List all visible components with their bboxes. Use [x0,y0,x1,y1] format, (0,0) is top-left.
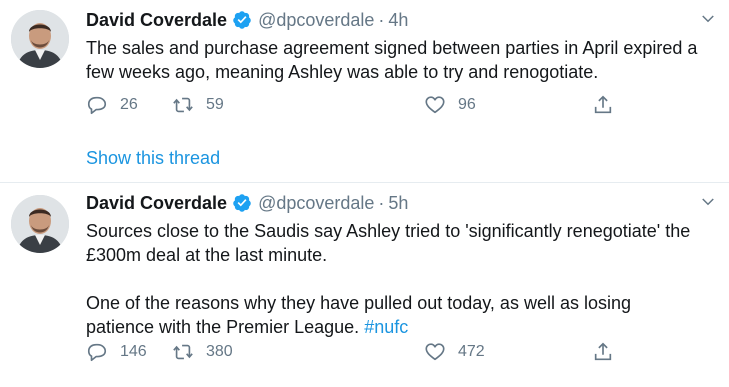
share-button[interactable] [592,341,614,363]
like-count: 472 [458,343,485,360]
avatar[interactable] [11,10,69,68]
show-thread-link[interactable]: Show this thread [86,148,220,169]
tweet-timestamp[interactable]: 4h [388,10,408,31]
tweet[interactable]: David Coverdale @dpcoverdale · 4h The sa… [0,0,729,183]
reply-count: 146 [120,343,147,360]
like-button[interactable]: 472 [424,341,485,363]
tweet-timestamp[interactable]: 5h [388,193,408,214]
tweet-text-line: few weeks ago, meaning Ashley was able t… [86,62,599,82]
reply-count: 26 [120,96,138,113]
tweet-content: David Coverdale @dpcoverdale · 5h Source… [86,191,717,362]
tweet-actions: 26 59 96 [86,94,626,120]
retweet-button[interactable]: 59 [172,94,224,116]
tweet-content: David Coverdale @dpcoverdale · 4h The sa… [86,8,717,168]
tweet-text-line: £300m deal at the last minute. [86,245,328,265]
retweet-icon [173,97,193,113]
retweet-count: 59 [206,96,224,113]
reply-icon [87,343,107,362]
retweet-button[interactable]: 380 [172,341,233,363]
retweet-icon [173,344,193,360]
tweet[interactable]: David Coverdale @dpcoverdale · 5h Source… [0,183,729,387]
verified-badge-icon [233,194,251,212]
tweet-text-segment: patience with the Premier League. [86,317,360,337]
tweet-header: David Coverdale @dpcoverdale · 4h [86,8,717,32]
author-handle[interactable]: @dpcoverdale [258,10,374,31]
tweet-text-line: The sales and purchase agreement signed … [86,38,698,58]
verified-badge-icon [233,11,251,29]
share-icon [594,342,612,361]
share-button[interactable] [592,94,614,116]
tweet-actions: 146 380 472 [86,341,626,367]
separator-dot: · [378,192,385,213]
heart-icon [425,343,445,361]
reply-button[interactable]: 26 [86,94,138,116]
author-name[interactable]: David Coverdale [86,193,227,214]
tweet-text-line: patience with the Premier League. #nufc [86,315,717,339]
hashtag-link[interactable]: #nufc [364,317,408,337]
tweet-text: The sales and purchase agreement signed … [86,36,717,84]
tweet-text: Sources close to the Saudis say Ashley t… [86,219,717,339]
chevron-down-icon[interactable] [699,10,717,28]
separator-dot: · [378,9,385,30]
reply-icon [87,96,107,115]
tweet-text-line: One of the reasons why they have pulled … [86,293,631,313]
retweet-count: 380 [206,343,233,360]
author-handle[interactable]: @dpcoverdale [258,193,374,214]
chevron-down-icon[interactable] [699,193,717,211]
like-count: 96 [458,96,476,113]
avatar[interactable] [11,195,69,253]
tweet-text-line: Sources close to the Saudis say Ashley t… [86,221,691,241]
author-name[interactable]: David Coverdale [86,10,227,31]
heart-icon [425,96,445,114]
reply-button[interactable]: 146 [86,341,147,363]
tweet-header: David Coverdale @dpcoverdale · 5h [86,191,717,215]
like-button[interactable]: 96 [424,94,476,116]
share-icon [594,95,612,114]
